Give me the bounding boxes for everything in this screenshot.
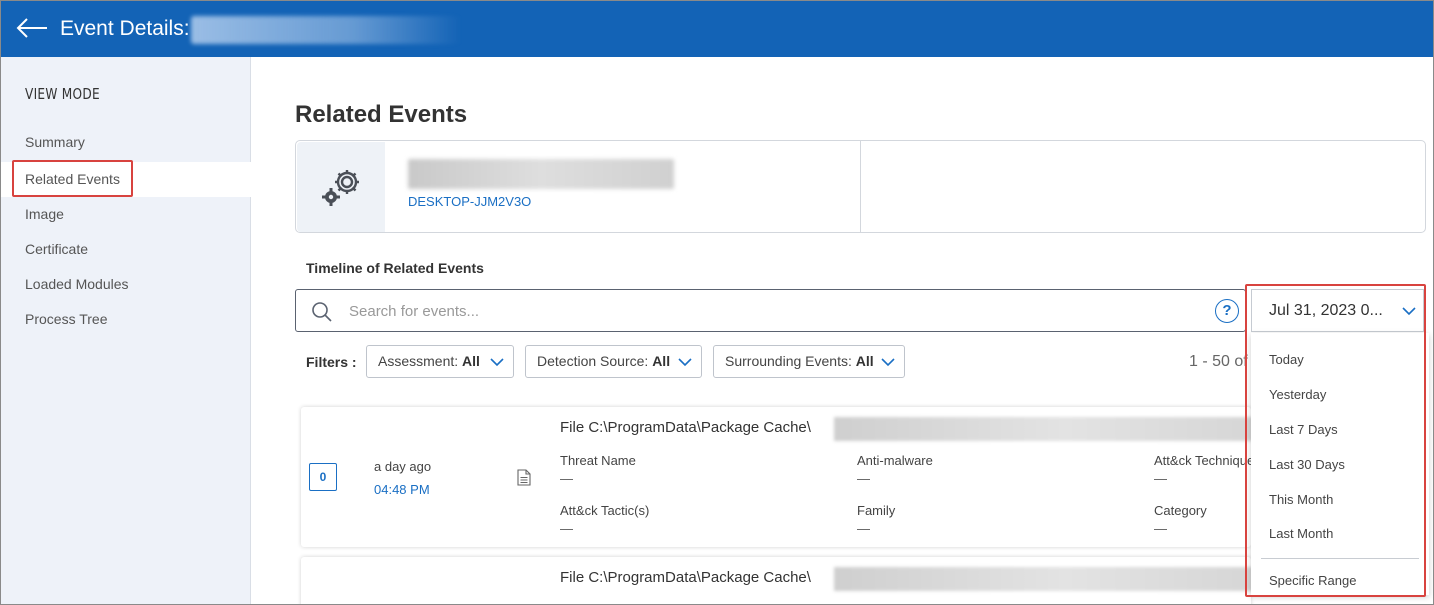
redacted-device-owner xyxy=(408,159,674,189)
event-file-path: File C:\ProgramData\Package Cache\ xyxy=(560,419,811,436)
dropdown-divider xyxy=(1261,558,1419,559)
gears-icon xyxy=(322,170,359,206)
sidebar-item-process-tree[interactable]: Process Tree xyxy=(1,302,251,337)
date-option-this-month[interactable]: This Month xyxy=(1251,485,1427,515)
date-range-select[interactable]: Jul 31, 2023 0... xyxy=(1251,289,1424,332)
filter-value: All xyxy=(462,353,480,369)
filters-label: Filters : xyxy=(306,354,357,370)
date-option-yesterday[interactable]: Yesterday xyxy=(1251,380,1427,410)
field-label-family: Family xyxy=(857,503,896,518)
date-option-specific-range[interactable]: Specific Range xyxy=(1251,566,1427,596)
chevron-down-icon xyxy=(1402,307,1416,316)
date-range-value: Jul 31, 2023 0... xyxy=(1269,302,1383,319)
event-relative-time: a day ago xyxy=(374,459,432,474)
redacted-event-name xyxy=(191,16,461,44)
filter-value: All xyxy=(855,353,874,369)
filter-name: Detection Source: xyxy=(537,353,649,369)
event-time: 04:48 PM xyxy=(374,482,430,497)
field-label-threat-name: Threat Name xyxy=(560,453,636,468)
field-value-category: — xyxy=(1154,521,1167,536)
sidebar-item-loaded-modules[interactable]: Loaded Modules xyxy=(1,267,251,302)
sidebar: VIEW MODE Summary Related Events Image C… xyxy=(1,57,251,604)
filter-name: Surrounding Events: xyxy=(725,353,852,369)
field-value-family: — xyxy=(857,521,870,536)
field-value-anti-malware: — xyxy=(857,471,870,486)
field-value-attack-tactics: — xyxy=(560,521,573,536)
app-window: Event Details: VIEW MODE Summary Related… xyxy=(0,0,1434,605)
event-row[interactable]: File C:\ProgramData\Package Cache\ xyxy=(301,557,1251,604)
event-row[interactable]: 0 a day ago 04:48 PM File C:\ProgramData… xyxy=(301,407,1251,547)
assessment-filter[interactable]: Assessment: All xyxy=(366,345,514,378)
device-icon-cell xyxy=(297,142,385,232)
field-label-attack-technique: Att&ck Technique xyxy=(1154,453,1251,468)
header-bar: Event Details: xyxy=(1,1,1433,57)
field-label-category: Category xyxy=(1154,503,1207,518)
pagination-range: 1 - 50 of xyxy=(1189,353,1248,370)
surrounding-events-filter[interactable]: Surrounding Events: All xyxy=(713,345,905,378)
search-icon xyxy=(312,302,332,322)
back-arrow-icon[interactable] xyxy=(15,15,49,41)
sidebar-item-image[interactable]: Image xyxy=(1,197,251,232)
filter-value: All xyxy=(652,353,671,369)
date-option-last-30-days[interactable]: Last 30 Days xyxy=(1251,450,1427,480)
timeline-heading: Timeline of Related Events xyxy=(306,260,484,276)
card-divider xyxy=(860,141,861,232)
page-header-title: Event Details: xyxy=(60,17,190,40)
event-count-badge[interactable]: 0 xyxy=(309,463,337,491)
chevron-down-icon xyxy=(881,358,895,367)
page-title: Related Events xyxy=(295,101,468,128)
sidebar-item-related-events[interactable]: Related Events xyxy=(1,162,251,197)
device-hostname-link[interactable]: DESKTOP-JJM2V3O xyxy=(408,194,531,209)
chevron-down-icon xyxy=(490,358,504,367)
date-range-dropdown: Today Yesterday Last 7 Days Last 30 Days… xyxy=(1251,333,1429,595)
redacted-file-path xyxy=(834,417,1251,441)
chevron-down-icon xyxy=(678,358,692,367)
field-value-threat-name: — xyxy=(560,471,573,486)
date-option-last-7-days[interactable]: Last 7 Days xyxy=(1251,415,1427,445)
search-input[interactable] xyxy=(349,298,1189,324)
sidebar-item-certificate[interactable]: Certificate xyxy=(1,232,251,267)
field-value-attack-technique: — xyxy=(1154,471,1167,486)
device-card: DESKTOP-JJM2V3O xyxy=(295,140,1426,233)
field-label-attack-tactics: Att&ck Tactic(s) xyxy=(560,503,650,518)
sidebar-heading: VIEW MODE xyxy=(25,85,100,103)
help-icon[interactable]: ? xyxy=(1215,299,1239,323)
sidebar-item-summary[interactable]: Summary xyxy=(1,125,251,160)
document-icon xyxy=(517,469,531,486)
date-option-today[interactable]: Today xyxy=(1251,345,1427,375)
filter-name: Assessment: xyxy=(378,353,459,369)
event-file-path: File C:\ProgramData\Package Cache\ xyxy=(560,569,811,586)
field-label-anti-malware: Anti-malware xyxy=(857,453,933,468)
search-bar: ? xyxy=(295,289,1246,332)
detection-source-filter[interactable]: Detection Source: All xyxy=(525,345,702,378)
redacted-file-path xyxy=(834,567,1251,591)
date-option-last-month[interactable]: Last Month xyxy=(1251,519,1427,549)
